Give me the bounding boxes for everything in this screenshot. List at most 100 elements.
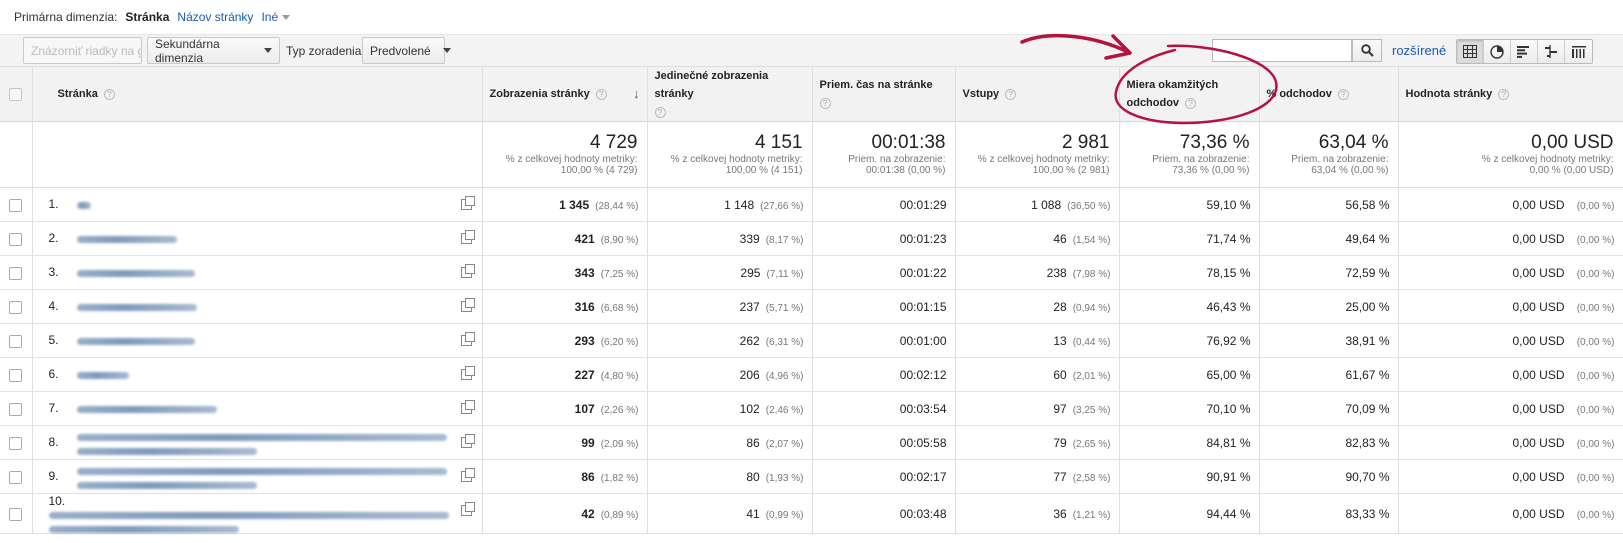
totals-row: 4 729% z celkovej hodnoty metriky: 100,00…: [0, 121, 1623, 188]
pageviews-cell: 86 (1,82 %): [482, 459, 648, 494]
table-row[interactable]: 7. 107 (2,26 %) 102 (2,46 %) 00:03:54 97 (3…: [0, 391, 1623, 426]
page-cell: 2.: [32, 221, 483, 256]
unique-percent: (5,71 %): [765, 302, 804, 314]
dimension-other[interactable]: Iné: [261, 10, 291, 24]
entrances-value: 36: [1053, 506, 1067, 521]
col-entrances[interactable]: Vstupy?: [955, 67, 1120, 122]
view-data-table-button[interactable]: [1457, 40, 1484, 63]
unique-percent: (2,46 %): [765, 404, 804, 416]
secondary-dimension-dropdown[interactable]: Sekundárna dimenzia: [147, 37, 280, 65]
row-index: 6.: [48, 367, 59, 382]
table-row[interactable]: 10. 42 (0,89 %) 41 (0,99 %) 00:03:48 36 (1,…: [0, 493, 1623, 534]
exit-cell: 49,64 %: [1259, 221, 1399, 256]
redacted-page-url[interactable]: [48, 512, 449, 520]
col-page-value[interactable]: Hodnota stránky?: [1398, 67, 1623, 122]
search-icon: [1360, 44, 1374, 57]
view-percentage-button[interactable]: [1484, 40, 1511, 63]
redacted-page-url[interactable]: [48, 526, 239, 533]
redacted-page-url[interactable]: [76, 270, 195, 278]
total-caption: % z celkovej hodnoty metriky:: [1481, 154, 1614, 165]
col-page[interactable]: Stránka?: [32, 67, 483, 122]
redacted-page-url[interactable]: [76, 372, 129, 380]
open-external-icon[interactable]: [460, 400, 475, 414]
table-row[interactable]: 4. 316 (6,68 %) 237 (5,71 %) 00:01:15 28 (0…: [0, 289, 1623, 324]
row-select-cell: [0, 459, 33, 494]
col-entrances-label: Vstupy: [962, 88, 1000, 100]
pageviews-value: 1 345: [559, 197, 590, 212]
open-external-icon[interactable]: [460, 434, 475, 448]
row-checkbox[interactable]: [9, 334, 23, 348]
entrances-percent: (1,21 %): [1072, 509, 1111, 521]
help-icon[interactable]: ?: [595, 88, 607, 100]
help-icon[interactable]: ?: [1185, 97, 1197, 109]
pageviews-percent: (4,80 %): [600, 370, 639, 382]
help-icon[interactable]: ?: [103, 88, 115, 100]
row-checkbox[interactable]: [9, 266, 23, 280]
table-row[interactable]: 8. 99 (2,09 %) 86 (2,07 %) 00:05:58 79 (2,6…: [0, 425, 1623, 460]
page-cell: 3.: [32, 255, 483, 290]
col-bounce-rate[interactable]: Miera okamžitých odchodov?: [1119, 67, 1260, 122]
table-search-input[interactable]: [1212, 39, 1352, 62]
help-icon[interactable]: ?: [1005, 88, 1017, 100]
row-checkbox[interactable]: [9, 436, 23, 450]
plot-rows-button[interactable]: Znázorniť riadky na grafe: [23, 37, 142, 64]
dimension-page-title[interactable]: Názov stránky: [177, 10, 253, 24]
view-pivot-button[interactable]: [1565, 40, 1592, 63]
table-row[interactable]: 9. 86 (1,82 %) 80 (1,93 %) 00:02:17 77 (2,5…: [0, 459, 1623, 494]
redacted-page-url[interactable]: [76, 236, 177, 244]
table-row[interactable]: 6. 227 (4,80 %) 206 (4,96 %) 00:02:12 60 (2…: [0, 357, 1623, 392]
select-all-cell: [0, 67, 33, 122]
row-checkbox[interactable]: [9, 198, 23, 212]
view-performance-button[interactable]: [1511, 40, 1538, 63]
view-comparison-button[interactable]: [1538, 40, 1565, 63]
redacted-page-url[interactable]: [76, 406, 217, 414]
col-unique-pageviews[interactable]: Jedinečné zobrazenia stránky?: [647, 67, 813, 122]
pageviews-cell: 421 (8,90 %): [482, 221, 648, 256]
row-checkbox[interactable]: [9, 300, 23, 314]
row-index: 1.: [48, 197, 59, 212]
redacted-page-url[interactable]: [76, 482, 257, 489]
redacted-page-url[interactable]: [76, 434, 447, 442]
table-row[interactable]: 5. 293 (6,20 %) 262 (6,31 %) 00:01:00 13 (0…: [0, 323, 1623, 358]
entrances-percent: (2,01 %): [1072, 370, 1111, 382]
open-external-icon[interactable]: [460, 468, 475, 482]
table-row[interactable]: 1. 1 345 (28,44 %) 1 148 (27,66 %) 00:01:2…: [0, 187, 1623, 222]
redacted-page-url[interactable]: [76, 448, 257, 455]
total-caption: % z celkovej hodnoty metriky:: [670, 154, 803, 165]
select-all-checkbox[interactable]: [9, 87, 23, 101]
open-external-icon[interactable]: [460, 298, 475, 312]
open-external-icon[interactable]: [460, 230, 475, 244]
help-icon[interactable]: ?: [1498, 88, 1510, 100]
avgtime-value: 00:01:23: [899, 231, 947, 246]
redacted-page-url[interactable]: [76, 304, 197, 312]
col-exit-rate[interactable]: % odchodov?: [1259, 67, 1399, 122]
redacted-page-url[interactable]: [76, 468, 447, 476]
open-external-icon[interactable]: [460, 366, 475, 380]
row-checkbox[interactable]: [9, 470, 23, 484]
row-checkbox[interactable]: [9, 402, 23, 416]
open-external-icon[interactable]: [460, 502, 475, 516]
help-icon[interactable]: ?: [654, 106, 666, 118]
row-checkbox[interactable]: [9, 232, 23, 246]
open-external-icon[interactable]: [460, 196, 475, 210]
help-icon[interactable]: ?: [1337, 88, 1349, 100]
open-external-icon[interactable]: [460, 332, 475, 346]
dimension-page[interactable]: Stránka: [125, 10, 169, 24]
open-external-icon[interactable]: [460, 264, 475, 278]
redacted-page-url[interactable]: [76, 202, 91, 210]
avgtime-value: 00:02:12: [899, 367, 947, 382]
entrances-cell: 60 (2,01 %): [955, 357, 1120, 392]
help-icon[interactable]: ?: [819, 97, 831, 109]
page-value-percent: (0,00 %): [1576, 234, 1615, 246]
col-avg-time[interactable]: Priem. čas na stránke?: [812, 67, 956, 122]
redacted-page-url[interactable]: [76, 338, 195, 346]
table-row[interactable]: 3. 343 (7,25 %) 295 (7,11 %) 00:01:22 238 (…: [0, 255, 1623, 290]
advanced-filter-link[interactable]: rozšírené: [1392, 43, 1446, 58]
table-row[interactable]: 2. 421 (8,90 %) 339 (8,17 %) 00:01:23 46 (1…: [0, 221, 1623, 256]
col-pageviews[interactable]: Zobrazenia stránky? ↓: [482, 67, 648, 122]
row-checkbox[interactable]: [9, 368, 23, 382]
row-checkbox[interactable]: [9, 507, 23, 521]
search-button[interactable]: [1352, 39, 1382, 62]
avgtime-value: 00:03:48: [899, 506, 947, 521]
sort-type-dropdown[interactable]: Predvolené: [362, 37, 451, 64]
